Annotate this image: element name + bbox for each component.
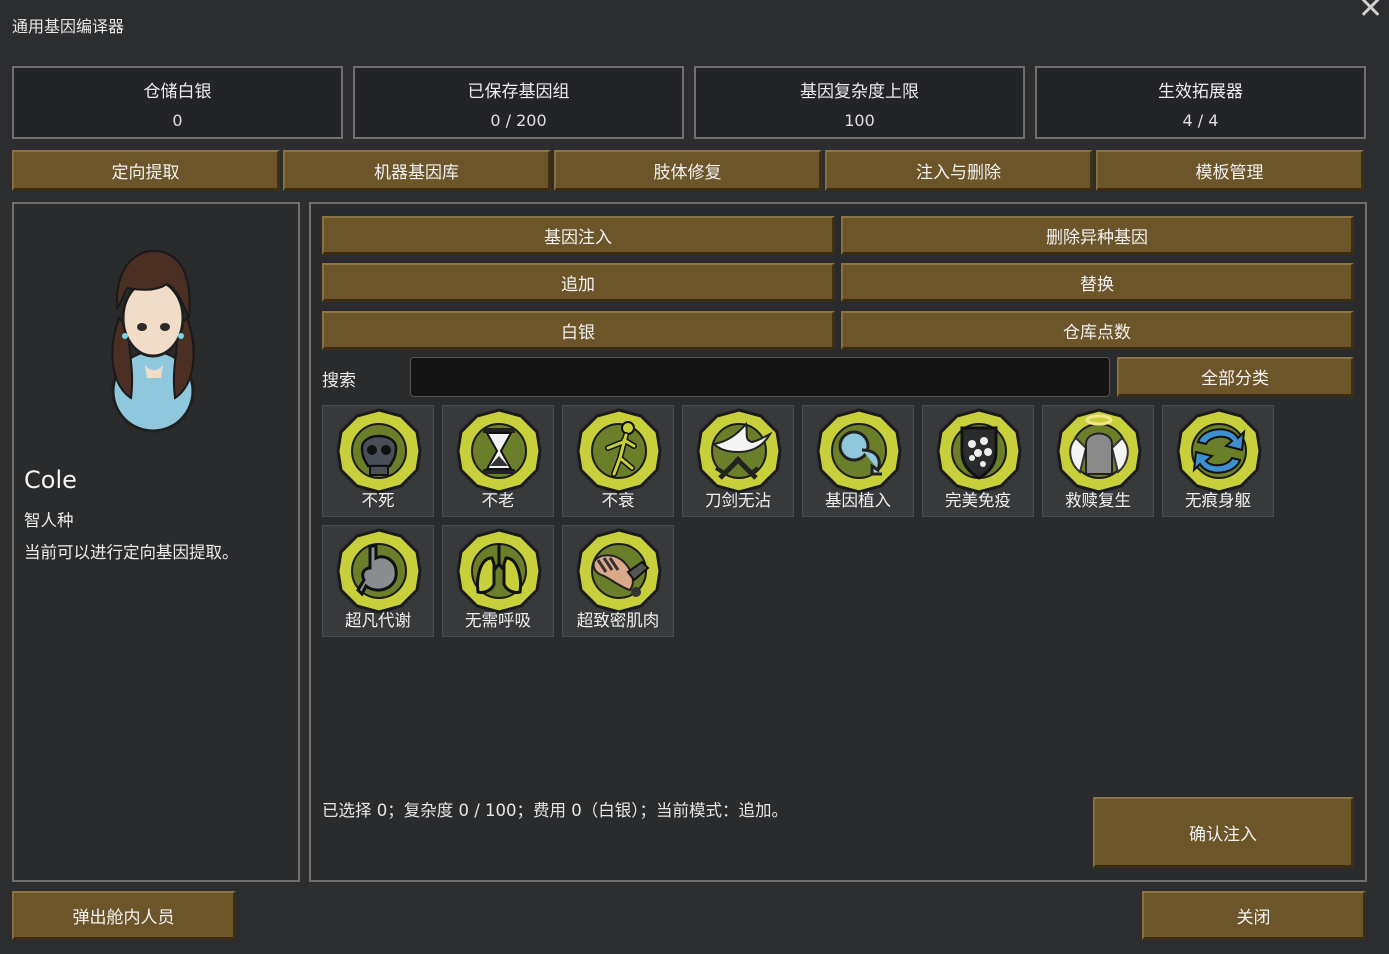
cycle-arrows-icon bbox=[1176, 408, 1262, 494]
pawn-portrait bbox=[111, 249, 195, 433]
gene-label: 基因植入 bbox=[825, 491, 891, 510]
capsule-arrow-icon bbox=[816, 408, 902, 494]
category-dropdown[interactable]: 全部分类 bbox=[1117, 357, 1354, 397]
stat-label: 生效拓展器 bbox=[1158, 82, 1243, 102]
gene-tile-perfect-immunity[interactable]: 完美免疫 bbox=[922, 405, 1034, 517]
gene-label: 无需呼吸 bbox=[465, 611, 531, 630]
stat-value: 0 bbox=[172, 111, 183, 130]
tab-template-manager[interactable]: 模板管理 bbox=[1096, 150, 1364, 191]
lungs-icon bbox=[456, 528, 542, 614]
gene-tile-gene-implant[interactable]: 基因植入 bbox=[802, 405, 914, 517]
skull-icon bbox=[336, 408, 422, 494]
append-mode-button[interactable]: 追加 bbox=[322, 263, 835, 302]
pawn-status: 当前可以进行定向基因提取。 bbox=[24, 543, 239, 562]
gene-tile-deathless[interactable]: 不死 bbox=[322, 405, 434, 517]
stomach-icon bbox=[336, 528, 422, 614]
replace-mode-button[interactable]: 替换 bbox=[841, 263, 1354, 302]
stat-active-expanders: 生效拓展器 4 / 4 bbox=[1035, 66, 1366, 139]
gene-tile-super-metabolism[interactable]: 超凡代谢 bbox=[322, 525, 434, 637]
stat-saved-genepacks: 已保存基因组 0 / 200 bbox=[353, 66, 684, 139]
tab-mech-gene-bank[interactable]: 机器基因库 bbox=[283, 150, 551, 191]
gene-tile-no-breathing[interactable]: 无需呼吸 bbox=[442, 525, 554, 637]
pay-silver-button[interactable]: 白银 bbox=[322, 311, 835, 350]
close-icon[interactable]: ✕ bbox=[1358, 0, 1383, 24]
gene-label: 不老 bbox=[481, 491, 515, 510]
halo-tombstone-icon bbox=[1056, 408, 1142, 494]
gene-tile-blade-proof[interactable]: 刀剑无沾 bbox=[682, 405, 794, 517]
stat-silver: 仓储白银 0 bbox=[12, 66, 343, 139]
tab-targeted-extraction[interactable]: 定向提取 bbox=[12, 150, 280, 191]
pay-storage-points-button[interactable]: 仓库点数 bbox=[841, 311, 1354, 350]
gene-tile-ageless[interactable]: 不老 bbox=[442, 405, 554, 517]
hourglass-icon bbox=[456, 408, 542, 494]
stat-value: 0 / 200 bbox=[490, 111, 547, 130]
eject-occupant-button[interactable]: 弹出舱内人员 bbox=[12, 891, 236, 940]
gene-label: 完美免疫 bbox=[945, 491, 1011, 510]
gene-label: 不衰 bbox=[601, 491, 635, 510]
gene-tile-dense-muscle[interactable]: 超致密肌肉 bbox=[562, 525, 674, 637]
confirm-inject-button[interactable]: 确认注入 bbox=[1093, 797, 1354, 868]
tab-inject-remove[interactable]: 注入与删除 bbox=[825, 150, 1093, 191]
gene-label: 超凡代谢 bbox=[345, 611, 411, 630]
muscle-arm-icon bbox=[576, 528, 662, 614]
stat-label: 基因复杂度上限 bbox=[800, 82, 919, 102]
stat-value: 4 / 4 bbox=[1182, 111, 1219, 130]
stat-label: 已保存基因组 bbox=[467, 82, 570, 102]
gene-label: 刀剑无沾 bbox=[705, 491, 771, 510]
leaping-figure-icon bbox=[576, 408, 662, 494]
gene-tile-scarless[interactable]: 无痕身躯 bbox=[1162, 405, 1274, 517]
pawn-race: 智人种 bbox=[24, 511, 74, 530]
stat-complexity-limit: 基因复杂度上限 100 bbox=[694, 66, 1025, 139]
gene-label: 超致密肌肉 bbox=[576, 611, 660, 630]
pawn-name: Cole bbox=[24, 466, 77, 494]
dove-swords-icon bbox=[696, 408, 782, 494]
stat-label: 仓储白银 bbox=[143, 82, 212, 102]
remove-xenogenes-button[interactable]: 删除异种基因 bbox=[841, 216, 1354, 255]
search-label: 搜索 bbox=[322, 371, 356, 391]
gene-inject-button[interactable]: 基因注入 bbox=[322, 216, 835, 255]
gene-tile-unaging[interactable]: 不衰 bbox=[562, 405, 674, 517]
gene-label: 不死 bbox=[361, 491, 395, 510]
close-button[interactable]: 关闭 bbox=[1142, 891, 1366, 940]
shield-icon bbox=[936, 408, 1022, 494]
gene-label: 救赎复生 bbox=[1065, 491, 1131, 510]
tab-limb-repair[interactable]: 肢体修复 bbox=[554, 150, 822, 191]
gene-tile-redemption-revival[interactable]: 救赎复生 bbox=[1042, 405, 1154, 517]
stat-value: 100 bbox=[844, 111, 875, 130]
window-title: 通用基因编译器 bbox=[12, 17, 125, 36]
search-input[interactable] bbox=[410, 357, 1110, 397]
selection-summary: 已选择 0；复杂度 0 / 100；费用 0（白银）；当前模式：追加。 bbox=[322, 801, 789, 820]
gene-label: 无痕身躯 bbox=[1185, 491, 1251, 510]
